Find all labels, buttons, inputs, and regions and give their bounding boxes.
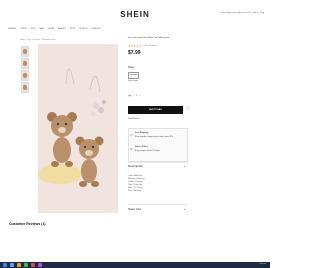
nav-item[interactable]: HOME bbox=[48, 28, 54, 30]
shipping-note: Free Returns bbox=[128, 118, 140, 120]
breadcrumb[interactable]: Home / Toys & Games / Stuffed Animals bbox=[20, 39, 56, 41]
search-icon[interactable] bbox=[10, 263, 14, 267]
info-text: Easy returns within 35 days bbox=[135, 150, 160, 152]
thumbnail-1[interactable] bbox=[21, 46, 29, 57]
product-main-image[interactable] bbox=[38, 44, 118, 213]
divider bbox=[128, 204, 188, 205]
nav-item[interactable]: PETS bbox=[70, 28, 75, 30]
start-icon[interactable] bbox=[3, 263, 7, 267]
nav-item[interactable]: JEWELRY bbox=[91, 28, 100, 30]
add-to-bag-button[interactable]: ADD TO BAG bbox=[128, 106, 183, 114]
main-nav: WOMEN CURVE KIDS MEN HOME BEAUTY PETS SP… bbox=[8, 28, 101, 30]
divider bbox=[128, 162, 188, 163]
product-price: $7.99 bbox=[128, 50, 141, 56]
qty-value[interactable]: 1 bbox=[136, 95, 137, 97]
app-icon[interactable] bbox=[31, 263, 35, 267]
star-rating-icon: ★★★★★ bbox=[128, 44, 142, 48]
rating-row[interactable]: ★★★★★ (100+ Reviews) bbox=[128, 44, 157, 48]
quantity-stepper: Qty − 1 + bbox=[128, 95, 141, 97]
nav-item[interactable]: CURVE bbox=[20, 28, 27, 30]
qty-minus-button[interactable]: − bbox=[133, 95, 134, 97]
app-icon[interactable] bbox=[38, 263, 42, 267]
size-guide-link[interactable]: Size Guide bbox=[128, 80, 138, 82]
wishlist-heart-icon[interactable]: ♡ bbox=[186, 106, 190, 112]
thumbnail-2[interactable] bbox=[21, 58, 29, 69]
qty-label: Qty bbox=[128, 95, 132, 97]
nav-item[interactable]: BEAUTY bbox=[58, 28, 66, 30]
size-label: Size: bbox=[128, 65, 135, 69]
return-icon: ↺ bbox=[130, 147, 133, 151]
info-text: Free standard shipping on orders over $2… bbox=[135, 136, 173, 138]
thumbnail-3[interactable] bbox=[21, 70, 29, 81]
truck-icon: ▭ bbox=[130, 133, 133, 137]
store-info-toggle[interactable]: Store Info bbox=[128, 207, 141, 211]
nav-item[interactable]: WOMEN bbox=[8, 28, 16, 30]
nav-item[interactable]: SPORTS bbox=[79, 28, 87, 30]
browser-icon[interactable] bbox=[24, 263, 28, 267]
os-taskbar: ▪▪▪▪▪▪▪▪▪ bbox=[0, 262, 270, 268]
rating-count[interactable]: (100+ Reviews) bbox=[143, 45, 157, 47]
shipping-info-box: ▭ Free Shipping Free standard shipping o… bbox=[128, 128, 188, 162]
qty-plus-button[interactable]: + bbox=[139, 95, 140, 97]
bear-plush-illustration bbox=[38, 44, 118, 213]
folder-icon[interactable] bbox=[17, 263, 21, 267]
attribute-item: Size: One-size bbox=[128, 190, 142, 192]
system-tray[interactable]: ▪▪▪▪▪▪▪▪▪ bbox=[260, 263, 266, 265]
customer-reviews-heading: Customer Reviews (1) bbox=[9, 222, 46, 226]
header-right-text[interactable]: Free shipping on orders over $29 · Sign … bbox=[221, 12, 264, 14]
info-title: Return Policy bbox=[135, 146, 148, 148]
expand-plus-icon[interactable]: + bbox=[184, 207, 186, 211]
expand-plus-icon[interactable]: + bbox=[184, 164, 186, 168]
size-option-button[interactable]: one-size bbox=[128, 72, 139, 79]
info-title: Free Shipping bbox=[135, 132, 149, 134]
description-toggle[interactable]: Description bbox=[128, 164, 143, 168]
thumbnail-4[interactable] bbox=[21, 82, 29, 93]
product-title: 1pc Cute Couple Bear Plush Toy Doll Keyc… bbox=[128, 37, 170, 39]
attribute-list: Color: Multicolor Material: Polyester Pa… bbox=[128, 175, 188, 193]
nav-item[interactable]: KIDS bbox=[31, 28, 36, 30]
nav-item[interactable]: MEN bbox=[40, 28, 44, 30]
